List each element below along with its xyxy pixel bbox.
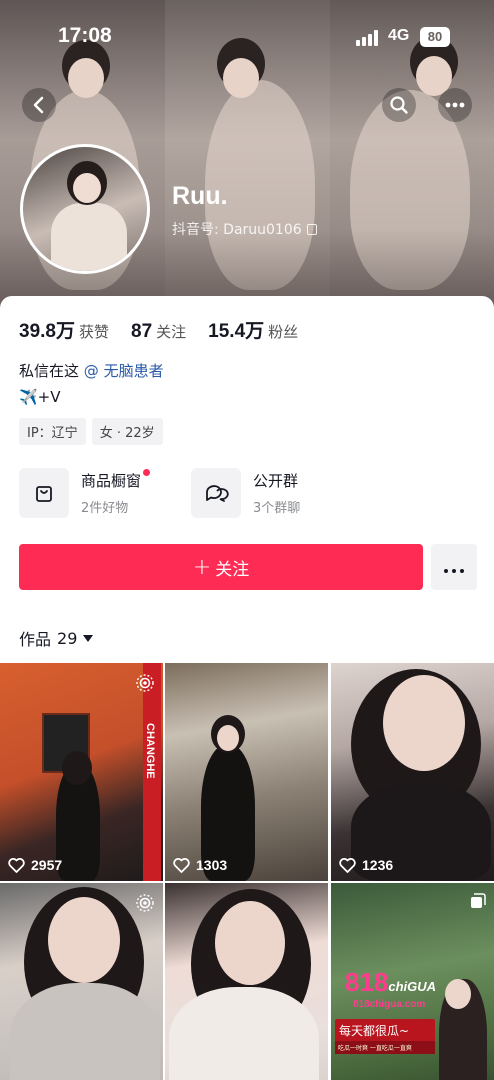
video-tile-6[interactable]: 818chiGUA 818chigua.com 每天都很瓜~ 吃瓜一时爽 一直吃… [331,883,494,1080]
public-group-subtitle: 3个群聊 [253,501,301,516]
followers-stat[interactable]: 15.4万 粉丝 [208,316,298,343]
public-group-title: 公开群 [253,472,299,490]
shop-window-entry[interactable]: 商品橱窗 2件好物 [19,468,151,518]
notification-dot [143,469,151,476]
account-id[interactable]: 抖音号: Daruu0106 [172,219,317,239]
video-tile-3[interactable]: 1236 [331,663,494,881]
follow-label: 关注 [215,559,250,580]
public-group-entry[interactable]: 公开群 3个群聊 [191,468,300,518]
shop-window-title: 商品橱窗 [81,469,151,491]
like-count: 1236 [339,857,393,873]
multi-image-icon [470,893,486,909]
heart-icon [173,857,190,873]
follow-button[interactable]: + 关注 [19,544,423,590]
ip-location-tag: IP：辽宁 [19,418,86,445]
following-label: 关注 [156,323,187,341]
profile-card: 39.8万 获赞 87 关注 15.4万 粉丝 私信在这 @ 无脑患者 ✈️+V… [0,296,494,1080]
bio-text: 私信在这 [19,362,80,380]
copy-icon[interactable] [306,224,317,235]
status-time: 17:08 [58,24,112,47]
profile-tags: IP：辽宁 女 · 22岁 [19,418,169,445]
battery-icon: 80 [420,27,450,47]
live-photo-icon [135,673,155,697]
gender-age-tag: 女 · 22岁 [91,418,163,445]
shop-window-subtitle: 2件好物 [81,501,129,516]
likes-label: 获赞 [78,323,109,341]
promo-subtitle: 吃瓜一时爽 一直吃瓜一直爽 [335,1041,435,1054]
heart-icon [339,857,356,873]
like-count: 1303 [173,857,227,873]
works-tab[interactable]: 作品 29 [19,626,94,650]
following-count: 87 [131,321,153,342]
status-bar: 17:08 4G 80 [0,24,494,54]
plus-icon: + [192,554,212,580]
likes-stat: 39.8万 获赞 [19,316,109,343]
back-button[interactable] [22,88,56,122]
back-arrow-icon [33,96,44,114]
bio-line-1: 私信在这 @ 无脑患者 [19,360,164,381]
heart-icon [8,857,25,873]
account-id-text: 抖音号: Daruu0106 [172,222,302,238]
more-button[interactable] [438,88,472,122]
live-photo-icon [135,893,155,917]
followers-count: 15.4万 [208,321,265,342]
promo-url: 818chigua.com [353,999,426,1010]
search-icon [390,96,408,114]
more-dots-icon [442,558,466,577]
avatar[interactable] [20,144,150,274]
video-tile-4[interactable] [0,883,163,1080]
like-count: 2957 [8,857,62,873]
bio-line-2: ✈️+V [19,388,61,406]
works-count: 29 [57,628,78,648]
bio-mention-link[interactable]: @ 无脑患者 [84,362,164,380]
chat-bubble-icon [191,468,241,518]
video-tile-5[interactable] [165,883,328,1080]
works-tab-label: 作品 [19,630,52,649]
more-options-button[interactable] [431,544,477,590]
likes-count: 39.8万 [19,321,75,342]
profile-nickname: Ruu. [172,182,228,210]
caret-down-icon [83,634,94,642]
search-button[interactable] [382,88,416,122]
profile-stats: 39.8万 获赞 87 关注 15.4万 粉丝 [19,316,320,343]
shopping-bag-icon [19,468,69,518]
network-type: 4G [388,27,410,44]
following-stat[interactable]: 87 关注 [131,321,186,343]
followers-label: 粉丝 [268,323,299,341]
signal-icon [356,30,380,46]
video-tile-1[interactable]: CHANGHE 2957 [0,663,163,881]
video-tile-2[interactable]: 1303 [165,663,328,881]
more-dots-icon [445,102,465,108]
promo-slogan: 每天都很瓜~ [335,1019,435,1042]
